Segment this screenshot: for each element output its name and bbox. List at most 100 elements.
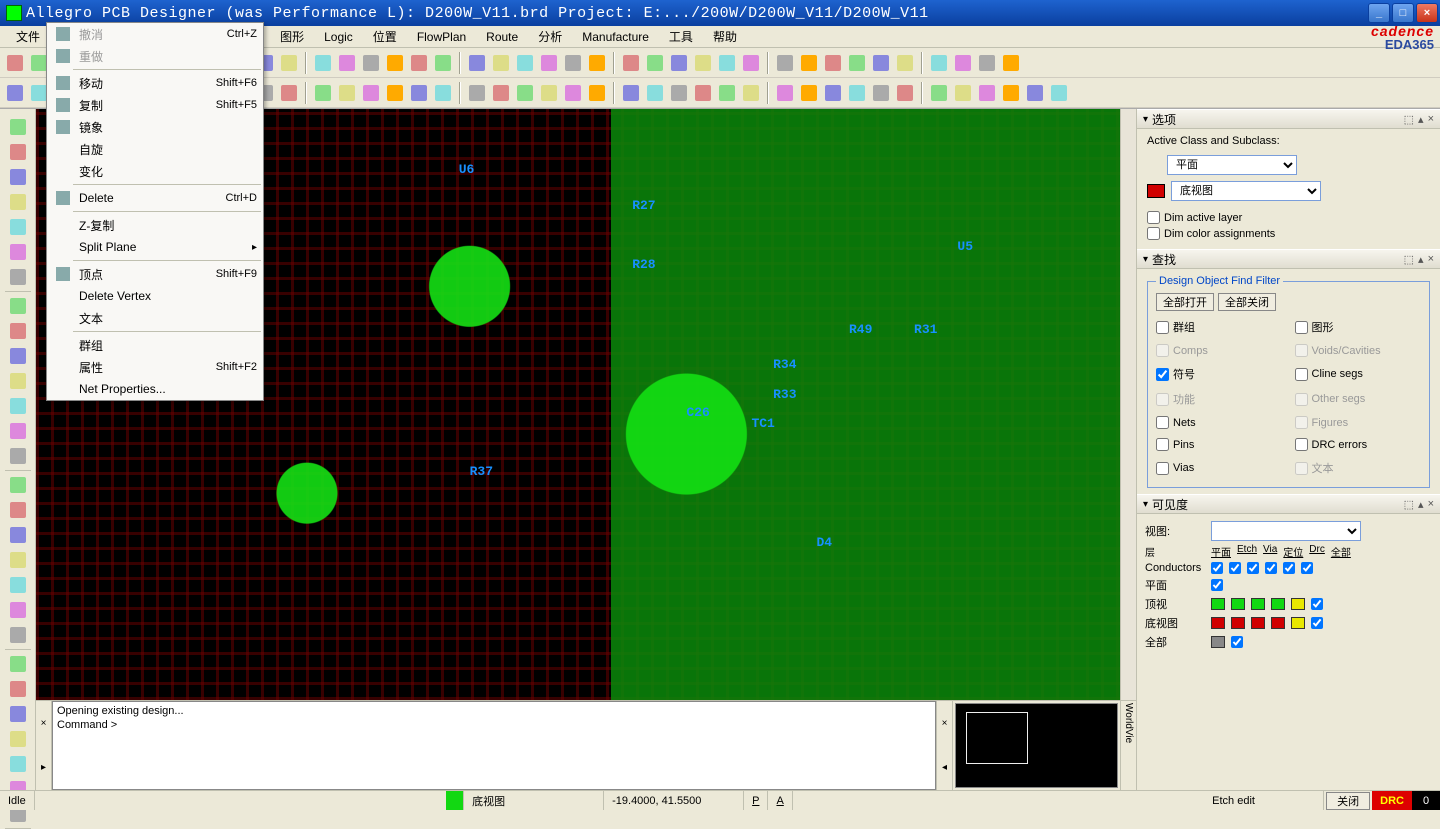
toolbar-button[interactable] <box>870 82 892 104</box>
toolbar-button[interactable] <box>336 52 358 74</box>
toolbar-button[interactable] <box>822 52 844 74</box>
left-tool-button[interactable] <box>5 652 31 676</box>
left-tool-button[interactable] <box>5 702 31 726</box>
vis-checkbox[interactable] <box>1211 562 1223 574</box>
dim-color-checkbox[interactable] <box>1147 227 1160 240</box>
vis-checkbox[interactable] <box>1301 562 1313 574</box>
left-tool-button[interactable] <box>5 344 31 368</box>
find-filter-cline-segs[interactable]: Cline segs <box>1295 366 1422 382</box>
left-tool-button[interactable] <box>5 394 31 418</box>
left-tool-button[interactable] <box>5 752 31 776</box>
vis-checkbox[interactable] <box>1211 579 1223 591</box>
toolbar-button[interactable] <box>538 82 560 104</box>
visibility-header[interactable]: ▾可见度 ⬚▴× <box>1137 494 1440 514</box>
left-tool-button[interactable] <box>5 190 31 214</box>
vis-color-swatch[interactable] <box>1271 617 1285 629</box>
toolbar-button[interactable] <box>384 52 406 74</box>
toolbar-button[interactable] <box>1024 82 1046 104</box>
status-close-button[interactable]: 关闭 <box>1326 792 1370 810</box>
left-tool-button[interactable] <box>5 523 31 547</box>
find-filter-vias[interactable]: Vias <box>1156 460 1283 476</box>
toolbar-button[interactable] <box>952 82 974 104</box>
menu-flowplan[interactable]: FlowPlan <box>407 28 476 46</box>
vis-color-swatch[interactable] <box>1291 617 1305 629</box>
menu-工具[interactable]: 工具 <box>659 26 703 47</box>
vis-color-swatch[interactable] <box>1231 617 1245 629</box>
edit-menu--[interactable]: 镜象 <box>47 116 263 138</box>
edit-menu--[interactable]: 文本 <box>47 307 263 329</box>
find-all-on-button[interactable]: 全部打开 <box>1156 293 1214 311</box>
left-tool-button[interactable] <box>5 319 31 343</box>
toolbar-button[interactable] <box>644 52 666 74</box>
edit-menu--[interactable]: 复制Shift+F5 <box>47 94 263 116</box>
toolbar-button[interactable] <box>312 82 334 104</box>
toolbar-button[interactable] <box>774 82 796 104</box>
subclass-select[interactable]: 底视图 <box>1171 181 1321 201</box>
toolbar-button[interactable] <box>644 82 666 104</box>
edit-menu--[interactable]: 自旋 <box>47 138 263 160</box>
toolbar-button[interactable] <box>822 82 844 104</box>
left-tool-button[interactable] <box>5 215 31 239</box>
toolbar-button[interactable] <box>846 82 868 104</box>
toolbar-button[interactable] <box>740 82 762 104</box>
toolbar-button[interactable] <box>894 82 916 104</box>
vis-view-select[interactable] <box>1211 521 1361 541</box>
worldview-gutter[interactable]: ×◂ <box>937 701 953 790</box>
toolbar-button[interactable] <box>692 52 714 74</box>
status-color-swatch[interactable] <box>446 791 464 810</box>
toolbar-button[interactable] <box>716 52 738 74</box>
status-p[interactable]: P <box>744 791 768 810</box>
left-tool-button[interactable] <box>5 548 31 572</box>
toolbar-button[interactable] <box>668 82 690 104</box>
edit-menu-net-properties-[interactable]: Net Properties... <box>47 378 263 400</box>
minimize-button[interactable]: _ <box>1368 3 1390 23</box>
toolbar-button[interactable] <box>894 52 916 74</box>
toolbar-button[interactable] <box>1048 82 1070 104</box>
worldview-canvas[interactable] <box>955 703 1118 788</box>
toolbar-button[interactable] <box>360 52 382 74</box>
left-tool-button[interactable] <box>5 573 31 597</box>
toolbar-button[interactable] <box>976 52 998 74</box>
toolbar-button[interactable] <box>538 52 560 74</box>
vis-checkbox[interactable] <box>1311 598 1323 610</box>
left-tool-button[interactable] <box>5 419 31 443</box>
toolbar-button[interactable] <box>586 82 608 104</box>
left-tool-button[interactable] <box>5 294 31 318</box>
subclass-color-swatch[interactable] <box>1147 184 1165 198</box>
toolbar-button[interactable] <box>562 52 584 74</box>
maximize-button[interactable]: □ <box>1392 3 1414 23</box>
toolbar-button[interactable] <box>336 82 358 104</box>
toolbar-button[interactable] <box>798 52 820 74</box>
vis-checkbox[interactable] <box>1229 562 1241 574</box>
vis-color-swatch[interactable] <box>1251 617 1265 629</box>
toolbar-button[interactable] <box>4 82 26 104</box>
toolbar-button[interactable] <box>774 52 796 74</box>
toolbar-button[interactable] <box>4 52 26 74</box>
toolbar-button[interactable] <box>976 82 998 104</box>
toolbar-button[interactable] <box>432 52 454 74</box>
vis-color-swatch[interactable] <box>1291 598 1305 610</box>
left-tool-button[interactable] <box>5 444 31 468</box>
edit-menu-delete-vertex[interactable]: Delete Vertex <box>47 285 263 307</box>
toolbar-button[interactable] <box>466 82 488 104</box>
status-layer[interactable]: 底视图 <box>464 791 604 810</box>
options-header[interactable]: ▾选项 ⬚▴× <box>1137 109 1440 129</box>
status-drc[interactable]: DRC <box>1372 791 1412 810</box>
toolbar-button[interactable] <box>620 52 642 74</box>
vis-checkbox[interactable] <box>1247 562 1259 574</box>
find-filter--[interactable]: 图形 <box>1295 319 1422 335</box>
edit-menu--[interactable]: 变化 <box>47 160 263 182</box>
toolbar-button[interactable] <box>562 82 584 104</box>
vis-color-swatch[interactable] <box>1231 598 1245 610</box>
find-all-off-button[interactable]: 全部关闭 <box>1218 293 1276 311</box>
find-filter-pins[interactable]: Pins <box>1156 438 1283 451</box>
menu-route[interactable]: Route <box>476 28 528 46</box>
toolbar-button[interactable] <box>928 52 950 74</box>
left-tool-button[interactable] <box>5 369 31 393</box>
close-button[interactable]: × <box>1416 3 1438 23</box>
vis-checkbox[interactable] <box>1283 562 1295 574</box>
edit-menu--[interactable]: 群组 <box>47 334 263 356</box>
toolbar-button[interactable] <box>1000 52 1022 74</box>
toolbar-button[interactable] <box>384 82 406 104</box>
left-tool-button[interactable] <box>5 165 31 189</box>
